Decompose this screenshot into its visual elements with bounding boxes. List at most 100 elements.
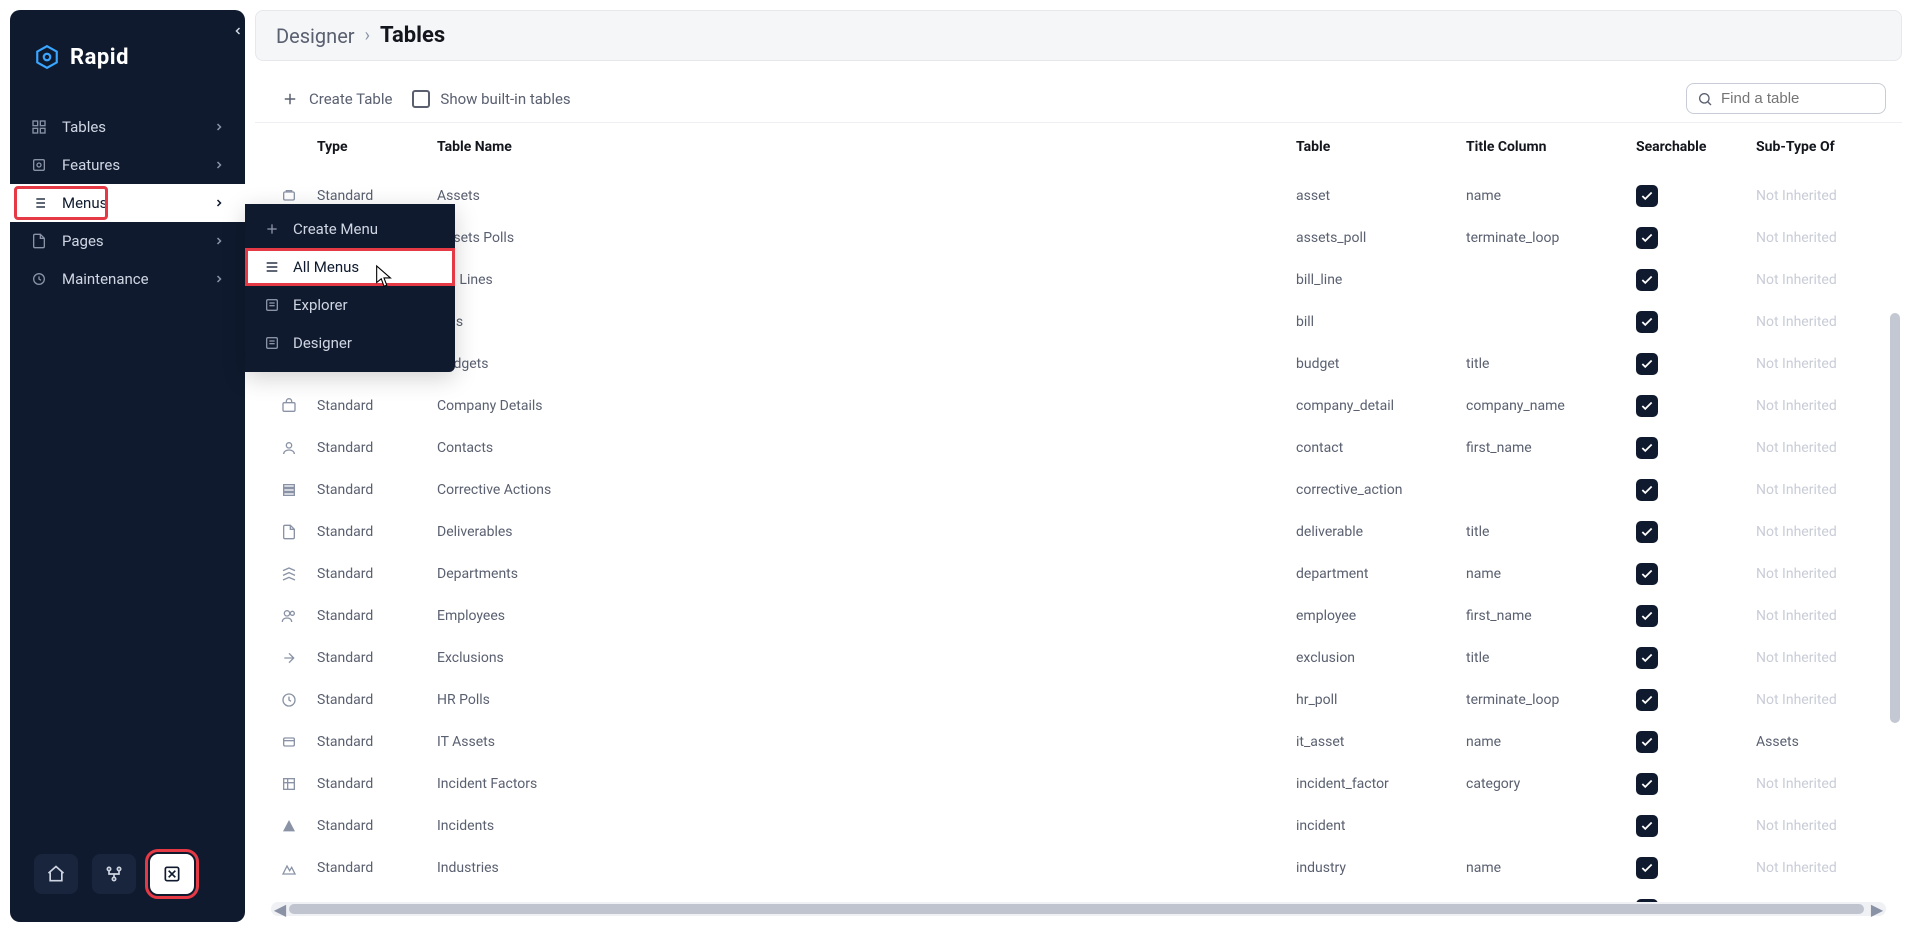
table-row[interactable]: StandardCorrective Actionscorrective_act… <box>271 469 1886 511</box>
horizontal-scrollbar[interactable]: ◀ ▶ <box>271 902 1886 916</box>
footer-btn-designer[interactable] <box>150 854 194 894</box>
cell-name[interactable]: Bill Lines <box>427 259 1286 301</box>
table-row[interactable]: StandardAssets Pollsassets_pollterminate… <box>271 217 1886 259</box>
sidebar-item-maintenance[interactable]: Maintenance <box>10 260 245 298</box>
table-row[interactable]: StandardBillsbillNot Inherited <box>271 301 1886 343</box>
cell-name[interactable]: Industries <box>427 847 1286 889</box>
cell-searchable[interactable] <box>1626 763 1746 805</box>
table-row[interactable]: StandardIncidentsincidentNot Inherited <box>271 805 1886 847</box>
cell-name[interactable]: Assets Polls <box>427 217 1286 259</box>
cell-searchable[interactable] <box>1626 679 1746 721</box>
vertical-scrollbar[interactable] <box>1888 183 1902 723</box>
submenu-item-create-menu[interactable]: Create Menu <box>245 210 455 248</box>
table-row[interactable]: StandardHR Pollshr_pollterminate_loopNot… <box>271 679 1886 721</box>
show-builtin-label: Show built-in tables <box>440 90 570 108</box>
submenu-item-explorer[interactable]: Explorer <box>245 286 455 324</box>
col-table-name[interactable]: Table Name <box>427 123 1286 175</box>
cell-name[interactable]: Contacts <box>427 427 1286 469</box>
table-row[interactable]: StandardBill Linesbill_lineNot Inherited <box>271 259 1886 301</box>
cell-name[interactable]: Exclusions <box>427 637 1286 679</box>
search-input[interactable] <box>1721 90 1875 107</box>
row-type-icon <box>281 566 297 582</box>
footer-btn-workflow[interactable] <box>92 854 136 894</box>
cell-name[interactable]: Incidents <box>427 805 1286 847</box>
cell-name[interactable]: Company Details <box>427 385 1286 427</box>
check-icon <box>1636 395 1658 417</box>
plus-icon <box>263 220 281 238</box>
row-type-icon <box>281 776 297 792</box>
table-row[interactable]: StandardContactscontactfirst_nameNot Inh… <box>271 427 1886 469</box>
table-row[interactable]: StandardCompany Detailscompany_detailcom… <box>271 385 1886 427</box>
submenu-item-all-menus[interactable]: All Menus <box>245 248 455 286</box>
cell-searchable[interactable] <box>1626 175 1746 217</box>
sidebar-item-features[interactable]: Features <box>10 146 245 184</box>
cell-name[interactable]: Employees <box>427 595 1286 637</box>
cell-searchable[interactable] <box>1626 889 1746 902</box>
sidebar-item-tables[interactable]: Tables <box>10 108 245 146</box>
cell-searchable[interactable] <box>1626 343 1746 385</box>
cell-sub-type: Not Inherited <box>1746 637 1886 679</box>
table-row[interactable]: StandardIndustriesindustrynameNot Inheri… <box>271 847 1886 889</box>
cell-searchable[interactable] <box>1626 721 1746 763</box>
cell-name[interactable]: Budgets <box>427 343 1286 385</box>
table-row[interactable]: StandardIncident Factorsincident_factorc… <box>271 763 1886 805</box>
scroll-thumb[interactable] <box>289 904 1864 914</box>
breadcrumb-root[interactable]: Designer <box>276 24 355 48</box>
breadcrumb-leaf: Tables <box>380 23 445 48</box>
toolbar: Create Table Show built-in tables <box>255 71 1902 123</box>
cell-searchable[interactable] <box>1626 427 1746 469</box>
cell-searchable[interactable] <box>1626 553 1746 595</box>
cell-searchable[interactable] <box>1626 217 1746 259</box>
table-row[interactable]: StandardInvoice Linesinvoice_lineNot Inh… <box>271 889 1886 902</box>
sidebar-item-menus[interactable]: Menus <box>10 184 245 222</box>
submenu-item-designer[interactable]: Designer <box>245 324 455 362</box>
table-row[interactable]: StandardAssetsassetnameNot Inherited <box>271 175 1886 217</box>
cell-name[interactable]: HR Polls <box>427 679 1286 721</box>
cell-searchable[interactable] <box>1626 301 1746 343</box>
table-row[interactable]: StandardEmployeesemployeefirst_nameNot I… <box>271 595 1886 637</box>
col-sub-type[interactable]: Sub-Type Of <box>1746 123 1886 175</box>
col-searchable[interactable]: Searchable <box>1626 123 1746 175</box>
table-wrap: Type Table Name Table Title Column Searc… <box>255 123 1902 902</box>
sidebar-item-pages[interactable]: Pages <box>10 222 245 260</box>
col-title-column[interactable]: Title Column <box>1456 123 1626 175</box>
cell-searchable[interactable] <box>1626 511 1746 553</box>
cell-searchable[interactable] <box>1626 805 1746 847</box>
cell-name[interactable]: Assets <box>427 175 1286 217</box>
scroll-right-icon[interactable]: ▶ <box>1870 902 1884 916</box>
search-input-wrapper[interactable] <box>1686 83 1886 114</box>
create-table-button[interactable]: Create Table <box>271 84 402 114</box>
col-table[interactable]: Table <box>1286 123 1456 175</box>
table-row[interactable]: StandardDepartmentsdepartmentnameNot Inh… <box>271 553 1886 595</box>
cell-name[interactable]: Departments <box>427 553 1286 595</box>
scroll-left-icon[interactable]: ◀ <box>273 902 287 916</box>
cell-searchable[interactable] <box>1626 469 1746 511</box>
cell-name[interactable]: Bills <box>427 301 1286 343</box>
cell-sub-type: Not Inherited <box>1746 679 1886 721</box>
cell-name[interactable]: IT Assets <box>427 721 1286 763</box>
row-type-icon <box>281 398 297 414</box>
cell-searchable[interactable] <box>1626 847 1746 889</box>
cell-name[interactable]: Deliverables <box>427 511 1286 553</box>
cell-name[interactable]: Incident Factors <box>427 763 1286 805</box>
cell-searchable[interactable] <box>1626 595 1746 637</box>
cell-type: Standard <box>307 637 427 679</box>
cell-searchable[interactable] <box>1626 259 1746 301</box>
show-builtin-toggle[interactable]: Show built-in tables <box>402 84 580 114</box>
chevron-right-icon: › <box>365 25 370 46</box>
cell-name[interactable]: Invoice Lines <box>427 889 1286 902</box>
cell-table: deliverable <box>1286 511 1456 553</box>
table-row[interactable]: StandardIT Assetsit_assetnameAssets <box>271 721 1886 763</box>
table-row[interactable]: StandardBudgetsbudgettitleNot Inherited <box>271 343 1886 385</box>
cell-sub-type: Not Inherited <box>1746 259 1886 301</box>
cell-searchable[interactable] <box>1626 385 1746 427</box>
sidebar-collapse-button[interactable] <box>229 22 247 40</box>
table-row[interactable]: StandardDeliverablesdeliverabletitleNot … <box>271 511 1886 553</box>
cell-sub-type: Not Inherited <box>1746 469 1886 511</box>
footer-btn-home[interactable] <box>34 854 78 894</box>
cell-name[interactable]: Corrective Actions <box>427 469 1286 511</box>
col-type[interactable]: Type <box>307 123 427 175</box>
table-row[interactable]: StandardExclusionsexclusiontitleNot Inhe… <box>271 637 1886 679</box>
row-type-icon <box>281 692 297 708</box>
cell-searchable[interactable] <box>1626 637 1746 679</box>
